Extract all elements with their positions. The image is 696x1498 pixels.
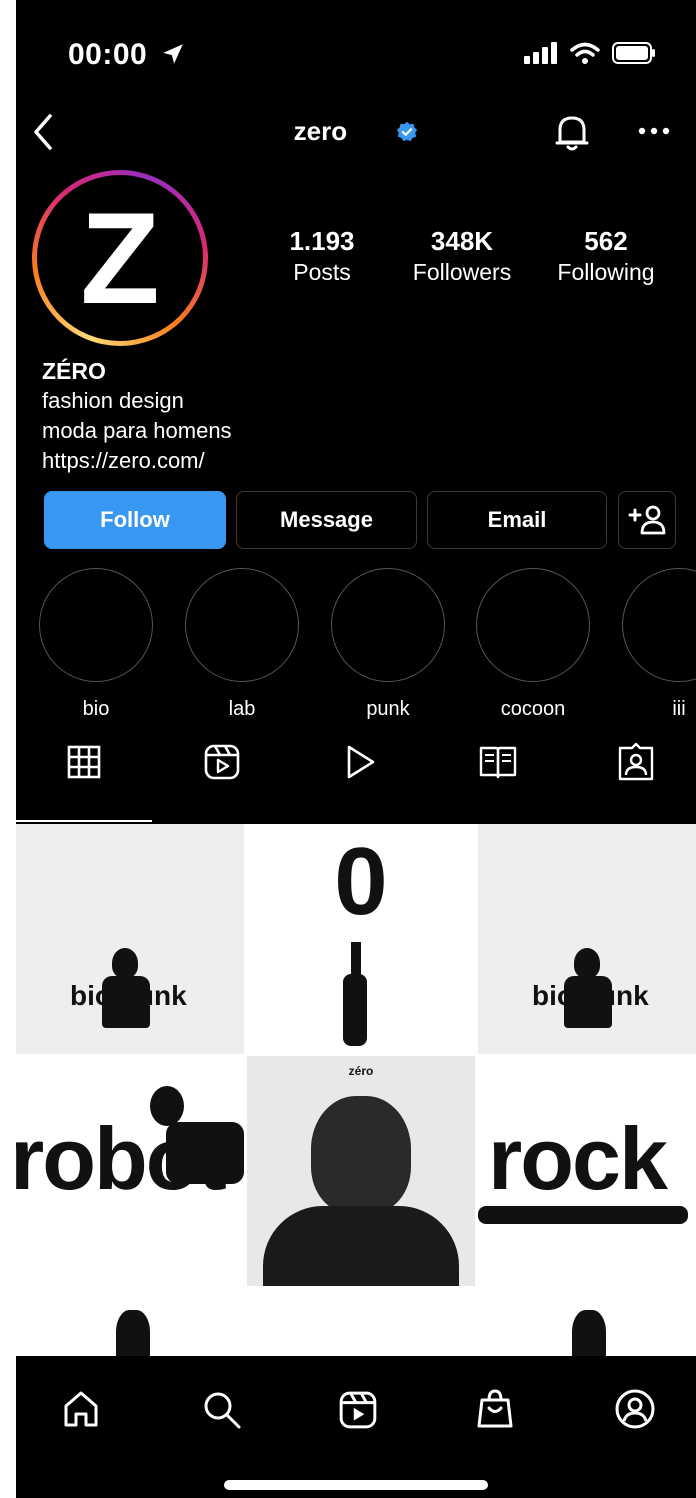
post-9[interactable] <box>478 1288 696 1364</box>
post-2[interactable]: 0 <box>247 824 475 1054</box>
highlight-circle <box>476 568 590 682</box>
post-grid: bio punk 0 bio punk robot zéro rock <box>16 824 696 1364</box>
post-5[interactable]: zéro <box>247 1056 475 1286</box>
post-figure <box>311 1096 411 1214</box>
bio: ZÉRO fashion design moda para homens htt… <box>42 356 232 476</box>
post-figure <box>478 1206 688 1224</box>
notification-bell-icon[interactable] <box>552 110 592 154</box>
post-4[interactable]: robot <box>16 1056 244 1286</box>
signal-icon <box>524 42 557 64</box>
avatar-letter: Z <box>37 175 203 341</box>
post-figure <box>263 1206 459 1286</box>
profile-screen: 00:00 zero Z 1.193 Posts 348K Followers … <box>16 0 696 1498</box>
suggested-users-button[interactable] <box>618 491 676 549</box>
highlight-label: punk <box>366 698 410 720</box>
highlight-label: cocoon <box>500 698 566 720</box>
location-arrow-icon <box>163 44 183 64</box>
post-7[interactable] <box>16 1288 244 1364</box>
following-count: 562 <box>584 226 628 256</box>
post-6[interactable]: rock <box>478 1056 696 1286</box>
bottom-navigation <box>16 1356 696 1498</box>
post-1[interactable]: bio punk <box>16 824 244 1054</box>
followers-label: Followers <box>412 259 512 285</box>
tab-reels[interactable] <box>202 742 242 782</box>
shop-bag-icon[interactable] <box>476 1388 514 1430</box>
reels-icon[interactable] <box>338 1390 378 1430</box>
post-caption: rock <box>488 1109 668 1208</box>
highlight-iii[interactable]: iii <box>622 568 696 721</box>
tab-tagged[interactable] <box>616 742 656 782</box>
post-caption: bio punk <box>532 980 649 1011</box>
add-user-icon <box>628 505 666 535</box>
post-figure <box>166 1122 244 1184</box>
highlight-bio[interactable]: bio <box>39 568 153 721</box>
play-icon <box>347 745 375 779</box>
header-title: zero <box>16 116 696 147</box>
profile-name: ZÉRO <box>42 358 106 384</box>
home-indicator <box>224 1480 488 1490</box>
username: zero <box>293 116 348 146</box>
bio-line: moda para homens <box>42 418 232 443</box>
guide-book-icon <box>479 746 517 779</box>
highlight-label: iii <box>672 698 686 720</box>
highlight-circle <box>622 568 696 682</box>
bio-line: fashion design <box>42 388 184 413</box>
post-caption: zéro <box>348 1064 374 1078</box>
post-figure <box>150 1086 184 1126</box>
highlight-cocoon[interactable]: cocoon <box>476 568 590 721</box>
battery-icon <box>612 42 655 64</box>
home-icon[interactable] <box>62 1390 100 1428</box>
highlight-lab[interactable]: lab <box>185 568 299 721</box>
following-label: Following <box>557 259 655 285</box>
tagged-person-icon <box>618 742 654 781</box>
highlight-circle <box>185 568 299 682</box>
status-icons <box>524 42 656 64</box>
grid-icon <box>67 745 101 779</box>
post-figure <box>574 948 600 978</box>
reels-icon <box>204 744 240 780</box>
verified-badge-icon <box>397 121 418 142</box>
message-button[interactable]: Message <box>236 491 417 549</box>
stat-followers[interactable]: 348K Followers <box>397 226 527 286</box>
highlight-label: bio <box>82 698 110 720</box>
avatar[interactable]: Z <box>32 170 208 346</box>
tab-grid[interactable] <box>64 742 104 782</box>
active-tab-indicator <box>16 820 152 822</box>
highlight-circle <box>39 568 153 682</box>
post-caption: bio punk <box>70 980 187 1011</box>
followers-count: 348K <box>430 226 494 256</box>
tab-guides[interactable] <box>478 742 518 782</box>
status-time: 00:00 <box>68 38 186 72</box>
stat-following[interactable]: 562 Following <box>541 226 671 286</box>
posts-count: 1.193 <box>289 226 355 256</box>
post-8[interactable] <box>247 1288 475 1364</box>
highlight-punk[interactable]: punk <box>331 568 445 721</box>
post-3[interactable]: bio punk <box>478 824 696 1054</box>
email-button[interactable]: Email <box>427 491 607 549</box>
more-options-icon[interactable] <box>638 126 670 136</box>
post-figure <box>343 974 367 1046</box>
highlight-label: lab <box>228 698 256 720</box>
post-figure <box>112 948 138 978</box>
post-caption: 0 <box>334 828 388 935</box>
highlight-circle <box>331 568 445 682</box>
search-icon[interactable] <box>202 1390 242 1430</box>
profile-link[interactable]: https://zero.com/ <box>42 446 232 476</box>
posts-label: Posts <box>293 259 351 285</box>
profile-icon[interactable] <box>614 1388 656 1430</box>
tab-videos[interactable] <box>340 742 380 782</box>
wifi-icon <box>570 42 600 64</box>
stat-posts[interactable]: 1.193 Posts <box>257 226 387 286</box>
follow-button[interactable]: Follow <box>44 491 226 549</box>
